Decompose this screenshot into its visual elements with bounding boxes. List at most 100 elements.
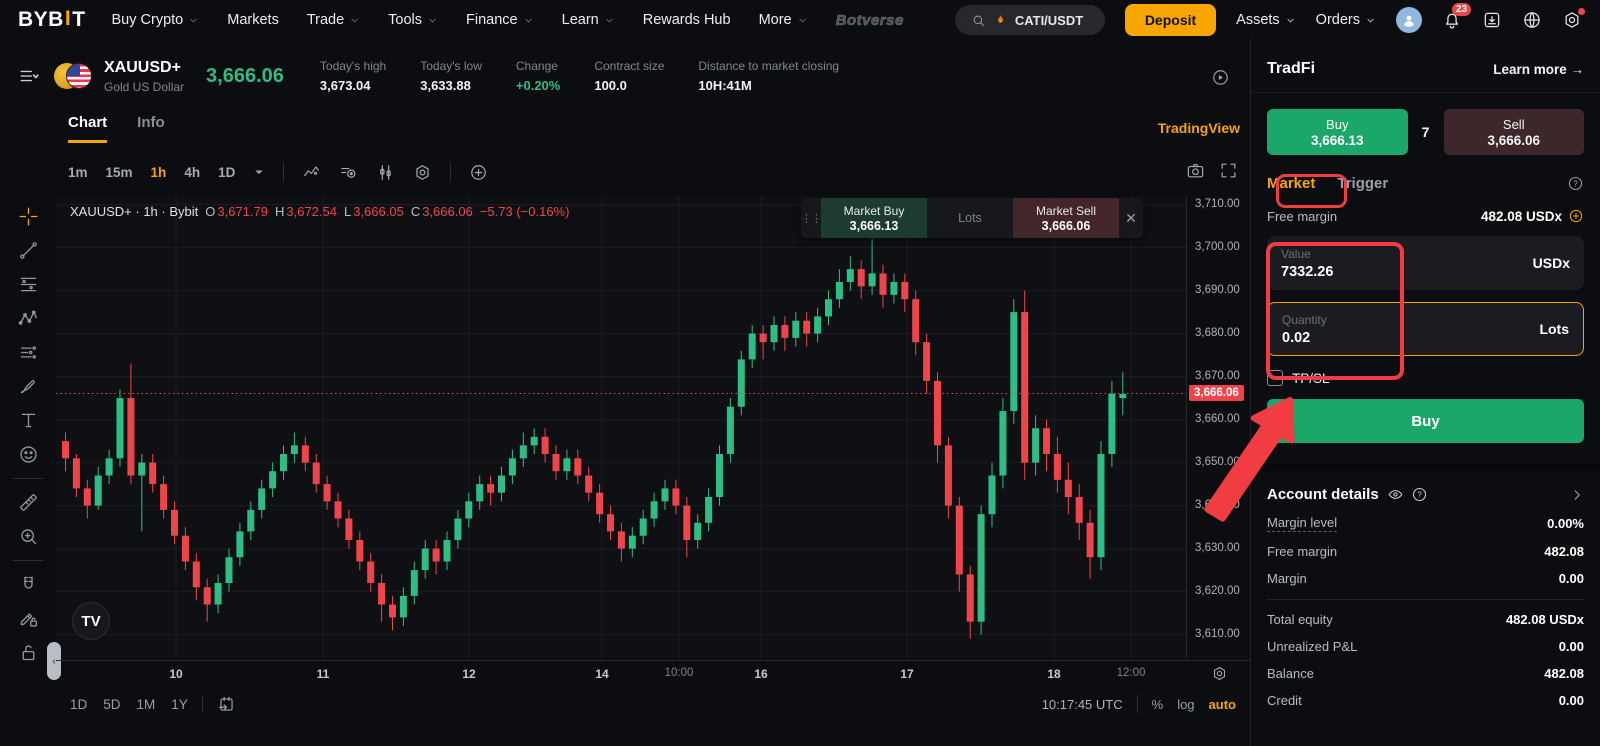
bybit-trading-app: BYBIT Buy Crypto Markets Trade Tools Finance…: [0, 0, 1600, 746]
nav-item-tools[interactable]: Tools: [388, 12, 438, 28]
tab-info[interactable]: Info: [137, 114, 165, 140]
legend-change: −5.73 (−0.16%): [480, 204, 570, 219]
footer-divider: [202, 695, 203, 713]
value-field[interactable]: Value 7332.26 USDx: [1267, 236, 1584, 290]
legend-title[interactable]: XAUUSD+ · 1h · Bybit: [70, 204, 198, 219]
tutorial-video-icon[interactable]: [1211, 68, 1230, 87]
globe-icon: [1522, 10, 1542, 30]
chart-style-icon[interactable]: [302, 163, 321, 182]
deposit-button[interactable]: Deposit: [1125, 4, 1216, 36]
tab-trigger[interactable]: Trigger: [1337, 175, 1388, 192]
nav-menu: Buy Crypto Markets Trade Tools Finance Learn R…: [112, 12, 904, 29]
bybit-logo[interactable]: BYBIT: [18, 8, 86, 32]
chevron-down-icon: [349, 15, 360, 26]
lock-all-icon[interactable]: [18, 642, 39, 663]
nav-item-buy-crypto[interactable]: Buy Crypto: [112, 12, 200, 28]
emoji-icon[interactable]: [18, 444, 39, 465]
search-input[interactable]: CATI/USDT: [955, 5, 1105, 35]
interval-15m[interactable]: 15m: [106, 165, 133, 180]
nav-item-markets[interactable]: Markets: [227, 12, 279, 28]
text-icon[interactable]: [18, 410, 39, 431]
crosshair-icon[interactable]: [18, 206, 39, 227]
nav-item-rewards-hub[interactable]: Rewards Hub: [643, 12, 731, 28]
chevron-down-icon: [188, 15, 199, 26]
goto-date-icon[interactable]: [217, 695, 236, 714]
eye-icon[interactable]: [1387, 486, 1404, 503]
buy-submit-button[interactable]: Buy: [1267, 399, 1584, 443]
auto-scale-button[interactable]: auto: [1209, 697, 1236, 712]
xabcd-pattern-icon[interactable]: [18, 308, 39, 329]
add-indicator-icon[interactable]: [469, 163, 488, 182]
profile-avatar[interactable]: [1396, 7, 1422, 33]
nav-item-botverse[interactable]: Botverse: [836, 12, 904, 29]
quick-buy-button[interactable]: Buy 3,666.13: [1267, 109, 1408, 155]
indicators-icon[interactable]: [339, 163, 358, 182]
settings-button[interactable]: [1562, 10, 1582, 30]
range-1M[interactable]: 1M: [137, 697, 156, 712]
orders-menu[interactable]: Orders: [1316, 12, 1376, 28]
fib-retracement-icon[interactable]: [18, 274, 39, 295]
lots-input[interactable]: Lots: [927, 198, 1013, 238]
instrument-menu-icon[interactable]: [18, 65, 40, 87]
brush-icon[interactable]: [18, 376, 39, 397]
log-scale-button[interactable]: log: [1177, 697, 1194, 712]
market-buy-button[interactable]: Market Buy 3,666.13: [821, 198, 927, 238]
long-short-position-icon[interactable]: [18, 342, 39, 363]
tab-market[interactable]: Market: [1267, 175, 1315, 192]
compare-candles-icon[interactable]: [376, 163, 395, 182]
tradingview-link[interactable]: TradingView: [1158, 120, 1240, 136]
help-icon[interactable]: ?: [1411, 486, 1428, 503]
zoom-in-icon[interactable]: [18, 526, 39, 547]
interval-4h[interactable]: 4h: [184, 165, 200, 180]
range-1Y[interactable]: 1Y: [171, 697, 188, 712]
chevron-right-icon[interactable]: [1570, 488, 1584, 502]
interval-1D[interactable]: 1D: [218, 165, 235, 180]
ruler-icon[interactable]: [18, 492, 39, 513]
range-1D[interactable]: 1D: [70, 697, 87, 712]
nav-item-finance[interactable]: Finance: [466, 12, 534, 28]
account-row-balance: Balance482.08: [1267, 666, 1584, 681]
quick-sell-button[interactable]: Sell 3,666.06: [1444, 109, 1585, 155]
tradingview-logo[interactable]: TV: [72, 602, 110, 640]
range-5D[interactable]: 5D: [103, 697, 120, 712]
instrument-name[interactable]: XAUUSD+ Gold US Dollar: [104, 59, 184, 94]
notifications-button[interactable]: 23: [1442, 10, 1462, 30]
stat-contract-size: Contract size100.0: [594, 59, 664, 93]
language-button[interactable]: [1522, 10, 1542, 30]
nav-item-trade[interactable]: Trade: [307, 12, 360, 28]
svg-text:?: ?: [1573, 179, 1578, 188]
price-tick: 3,700.00: [1195, 241, 1240, 253]
tpsl-checkbox[interactable]: [1267, 370, 1283, 386]
quantity-field[interactable]: Quantity 0.02 Lots: [1267, 302, 1584, 356]
interval-1m[interactable]: 1m: [68, 165, 88, 180]
chart-settings-icon[interactable]: [413, 163, 432, 182]
axis-settings-icon[interactable]: [1211, 665, 1228, 682]
time-tick: 12:00: [1101, 667, 1161, 679]
price-axis[interactable]: 3,710.003,700.003,690.003,680.003,670.00…: [1186, 196, 1250, 658]
screenshot-camera-icon[interactable]: [1186, 161, 1205, 180]
nav-item-more[interactable]: More: [759, 12, 808, 28]
fullscreen-icon[interactable]: [1219, 161, 1238, 180]
drawing-lock-icon[interactable]: [18, 608, 39, 629]
add-funds-icon[interactable]: [1568, 208, 1584, 224]
help-icon[interactable]: ?: [1567, 175, 1584, 192]
drag-handle-icon[interactable]: ⋮⋮: [801, 198, 821, 238]
interval-1h[interactable]: 1h: [151, 165, 167, 180]
clock-utc[interactable]: 10:17:45 UTC: [1042, 697, 1123, 712]
chart-plot[interactable]: XAUUSD+ · 1h · BybitO3,671.79H3,672.54L3…: [56, 196, 1186, 658]
market-sell-price: 3,666.06: [1042, 219, 1091, 233]
downloads-button[interactable]: [1482, 10, 1502, 30]
time-axis[interactable]: 1011121410:0016171812:00: [56, 660, 1250, 686]
percent-scale-button[interactable]: %: [1152, 697, 1164, 712]
trend-line-icon[interactable]: [18, 240, 39, 261]
fire-icon: [994, 13, 1007, 28]
interval-dropdown-icon[interactable]: [253, 166, 265, 178]
close-icon[interactable]: ✕: [1119, 198, 1143, 238]
account-details-header[interactable]: Account details ?: [1267, 486, 1584, 503]
assets-menu[interactable]: Assets: [1236, 12, 1296, 28]
nav-item-learn[interactable]: Learn: [562, 12, 615, 28]
tab-chart[interactable]: Chart: [68, 114, 107, 143]
magnet-icon[interactable]: [18, 574, 39, 595]
market-sell-button[interactable]: Market Sell 3,666.06: [1013, 198, 1119, 238]
learn-more-link[interactable]: Learn more →: [1493, 62, 1584, 77]
